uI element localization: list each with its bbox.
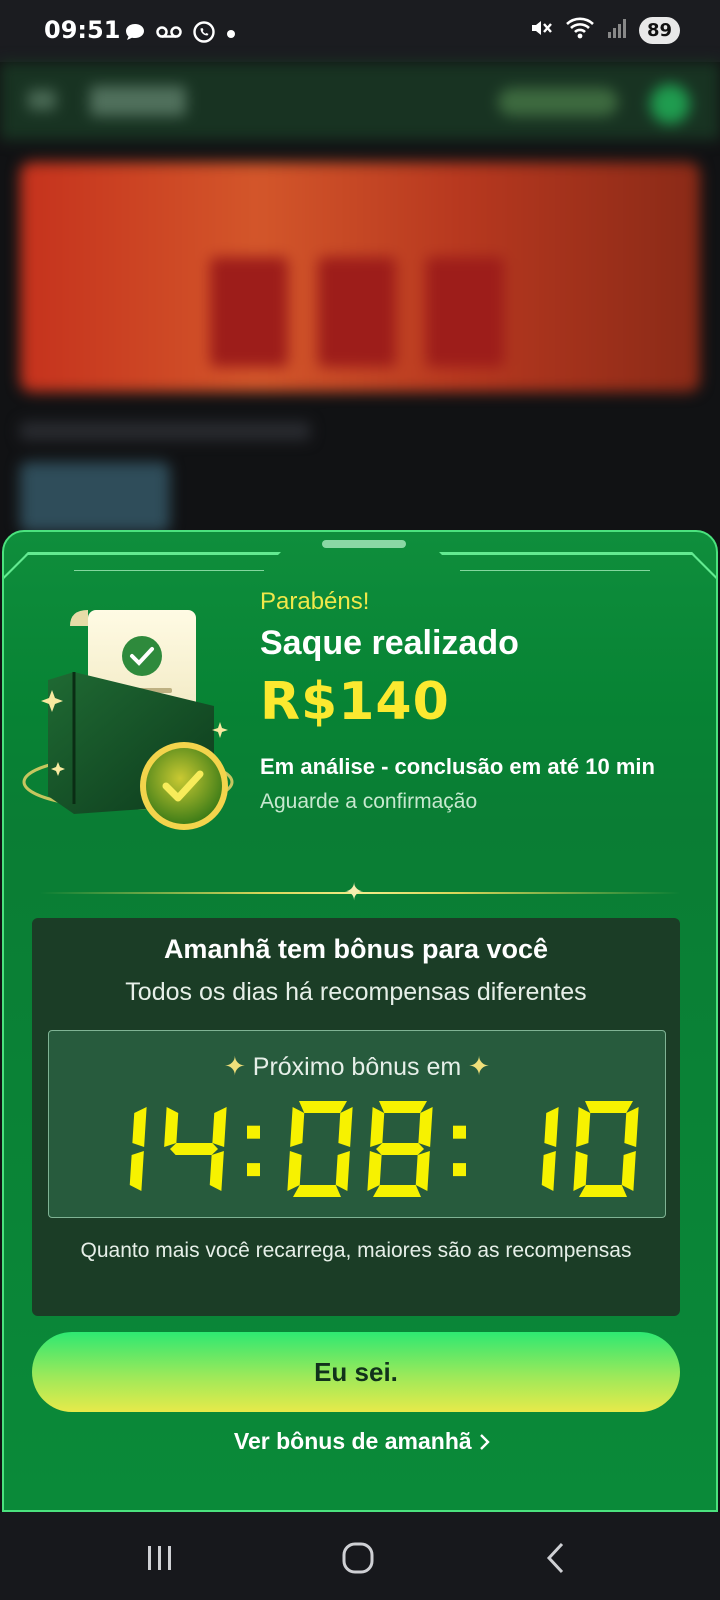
timer-segment	[418, 1107, 433, 1147]
timer-segment	[621, 1151, 636, 1191]
countdown-timer: 14:08:10	[129, 1101, 639, 1197]
sparkle-icon: ✦	[468, 1051, 490, 1081]
background-text-shape	[20, 422, 310, 440]
background-thumbnail	[20, 462, 170, 532]
status-bar: 09:51 89	[0, 0, 720, 62]
congrats-label: Parabéns!	[260, 588, 370, 615]
countdown-box: ✦ Próximo bônus em ✦ 14:08:10	[48, 1030, 666, 1218]
whatsapp-icon	[192, 20, 216, 49]
tomorrow-bonus-link-label: Ver bônus de amanhã	[233, 1428, 472, 1454]
decorative-frame-right	[439, 552, 716, 585]
next-bonus-label: Próximo bônus em	[252, 1053, 462, 1081]
next-bonus-label-row: ✦ Próximo bônus em ✦	[49, 1051, 665, 1082]
timer-colon-dot	[453, 1125, 466, 1139]
home-icon[interactable]	[338, 1540, 378, 1576]
decorative-line	[74, 570, 264, 571]
battery-indicator: 89	[638, 17, 680, 44]
timer-segment	[544, 1107, 559, 1147]
mute-icon	[529, 16, 553, 45]
voicemail-icon	[156, 25, 182, 44]
timer-segment	[376, 1143, 424, 1155]
signal-icon	[607, 17, 627, 44]
timer-segment	[212, 1107, 227, 1147]
timer-segment	[373, 1185, 421, 1197]
timer-segment	[170, 1143, 218, 1155]
background-logo-shape	[90, 86, 186, 116]
withdrawal-amount: R$140	[260, 672, 450, 732]
timer-segment	[338, 1107, 353, 1147]
sheet-title: Saque realizado	[260, 624, 519, 662]
timer-segment	[335, 1151, 350, 1191]
bonus-subtitle: Todos os dias há recompensas diferentes	[125, 978, 587, 1006]
decorative-line	[460, 570, 650, 571]
withdrawal-success-sheet: Parabéns! Saque realizado R$140 Em análi…	[2, 530, 718, 1512]
background-banner-tile	[426, 257, 504, 367]
dot-icon	[226, 26, 236, 44]
timer-segment	[585, 1101, 633, 1113]
timer-colon-dot	[247, 1125, 260, 1139]
timer-segment	[129, 1151, 144, 1191]
timer-segment	[379, 1101, 427, 1113]
bonus-title: Amanhã tem bônus para você	[163, 934, 549, 964]
sparkle-icon: ✦	[344, 879, 365, 906]
background-avatar-shape	[650, 84, 690, 124]
chat-bubble-icon	[124, 22, 146, 47]
sheet-drag-handle[interactable]	[322, 540, 406, 548]
navigation-bar	[0, 1512, 720, 1600]
timer-segment	[209, 1151, 224, 1191]
confirmation-hint: Aguarde a confirmação	[260, 790, 478, 813]
withdrawal-status: Em análise - conclusão em até 10 min	[260, 754, 655, 779]
status-left-icons	[124, 20, 236, 49]
background-balance-shape	[498, 88, 618, 116]
background-banner-tile	[210, 257, 288, 367]
bonus-note: Quanto mais você recarrega, maiores são …	[80, 1239, 632, 1262]
timer-segment	[299, 1101, 347, 1113]
background-header	[0, 62, 720, 140]
status-right-icons: 89	[529, 16, 680, 45]
timer-segment	[290, 1107, 305, 1147]
background-page	[0, 62, 720, 542]
decorative-frame-left	[4, 552, 281, 585]
timer-segment	[164, 1107, 179, 1147]
back-icon[interactable]	[536, 1540, 576, 1576]
sparkle-icon: ✦	[224, 1051, 246, 1081]
background-banner-tile	[318, 257, 396, 367]
timer-segment	[624, 1107, 639, 1147]
timer-segment	[573, 1151, 588, 1191]
acknowledge-button[interactable]: Eu sei.	[32, 1332, 680, 1412]
recents-icon[interactable]	[140, 1540, 180, 1576]
bonus-panel: Amanhã tem bônus para você Todos os dias…	[32, 918, 680, 1316]
chevron-right-icon	[478, 1428, 490, 1454]
timer-colon-dot	[247, 1163, 260, 1177]
tomorrow-bonus-link[interactable]: Ver bônus de amanhã	[4, 1428, 716, 1455]
timer-text: 14:08:10	[129, 1101, 639, 1197]
receipt-wallet-illustration	[18, 592, 238, 842]
timer-segment	[579, 1185, 627, 1197]
background-banner	[20, 162, 700, 392]
timer-segment	[541, 1151, 556, 1191]
timer-segment	[132, 1107, 147, 1147]
wifi-icon	[565, 16, 595, 45]
timer-segment	[415, 1151, 430, 1191]
timer-segment	[293, 1185, 341, 1197]
background-menu-shape	[28, 90, 56, 110]
timer-segment	[367, 1151, 382, 1191]
timer-colon-dot	[453, 1163, 466, 1177]
timer-segment	[370, 1107, 385, 1147]
timer-segment	[287, 1151, 302, 1191]
timer-segment	[576, 1107, 591, 1147]
status-time: 09:51	[44, 16, 121, 44]
